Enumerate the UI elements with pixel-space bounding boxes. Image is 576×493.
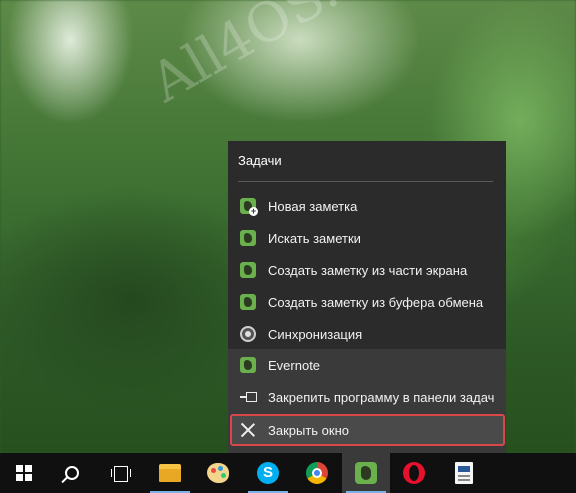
task-view-button[interactable] — [96, 453, 144, 493]
evernote-icon — [240, 230, 256, 246]
skype-icon: S — [257, 462, 279, 484]
close-label: Закрыть окно — [268, 422, 350, 438]
opera-icon — [403, 462, 425, 484]
task-note-from-clipboard[interactable]: Создать заметку из буфера обмена — [228, 286, 506, 318]
jump-list-header: Задачи — [238, 153, 282, 168]
taskbar-file-explorer[interactable] — [146, 453, 194, 493]
app-label: Evernote — [268, 357, 321, 373]
taskbar: S — [0, 453, 576, 493]
evernote-icon — [240, 294, 256, 310]
start-button[interactable] — [0, 453, 48, 493]
task-label: Создать заметку из буфера обмена — [268, 294, 484, 310]
task-label: Создать заметку из части экрана — [268, 262, 468, 278]
windows-logo-icon — [16, 465, 32, 481]
task-label: Синхронизация — [268, 326, 363, 342]
task-label: Искать заметки — [268, 230, 361, 246]
task-label: Новая заметка — [268, 198, 358, 214]
task-note-from-screen[interactable]: Создать заметку из части экрана — [228, 254, 506, 286]
palette-icon — [207, 463, 229, 483]
chrome-icon — [306, 462, 328, 484]
task-new-note[interactable]: + Новая заметка — [228, 190, 506, 222]
task-search-notes[interactable]: Искать заметки — [228, 222, 506, 254]
document-icon — [455, 462, 473, 484]
pin-label: Закрепить программу в панели задач — [268, 389, 495, 405]
search-icon — [65, 466, 79, 480]
app-evernote-item[interactable]: Evernote — [228, 349, 506, 381]
evernote-icon — [355, 462, 377, 484]
divider — [238, 181, 493, 182]
sync-icon — [240, 326, 256, 342]
task-view-icon — [111, 466, 131, 482]
taskbar-paint[interactable] — [194, 453, 242, 493]
taskbar-skype[interactable]: S — [244, 453, 292, 493]
folder-icon — [159, 464, 181, 482]
evernote-icon — [240, 357, 256, 373]
close-window-item[interactable]: Закрыть окно — [230, 414, 505, 446]
task-sync[interactable]: Синхронизация — [228, 318, 506, 350]
pin-to-taskbar-item[interactable]: Закрепить программу в панели задач — [228, 381, 506, 413]
evernote-icon — [240, 262, 256, 278]
taskbar-opera[interactable] — [390, 453, 438, 493]
evernote-new-note-icon: + — [240, 198, 258, 216]
pin-icon — [240, 389, 257, 405]
search-button[interactable] — [48, 453, 96, 493]
taskbar-wordpad[interactable] — [440, 453, 488, 493]
taskbar-evernote[interactable] — [342, 453, 390, 493]
close-icon — [240, 422, 256, 438]
taskbar-chrome[interactable] — [293, 453, 341, 493]
jump-list: Задачи + Новая заметка Искать заметки Со… — [228, 141, 506, 453]
